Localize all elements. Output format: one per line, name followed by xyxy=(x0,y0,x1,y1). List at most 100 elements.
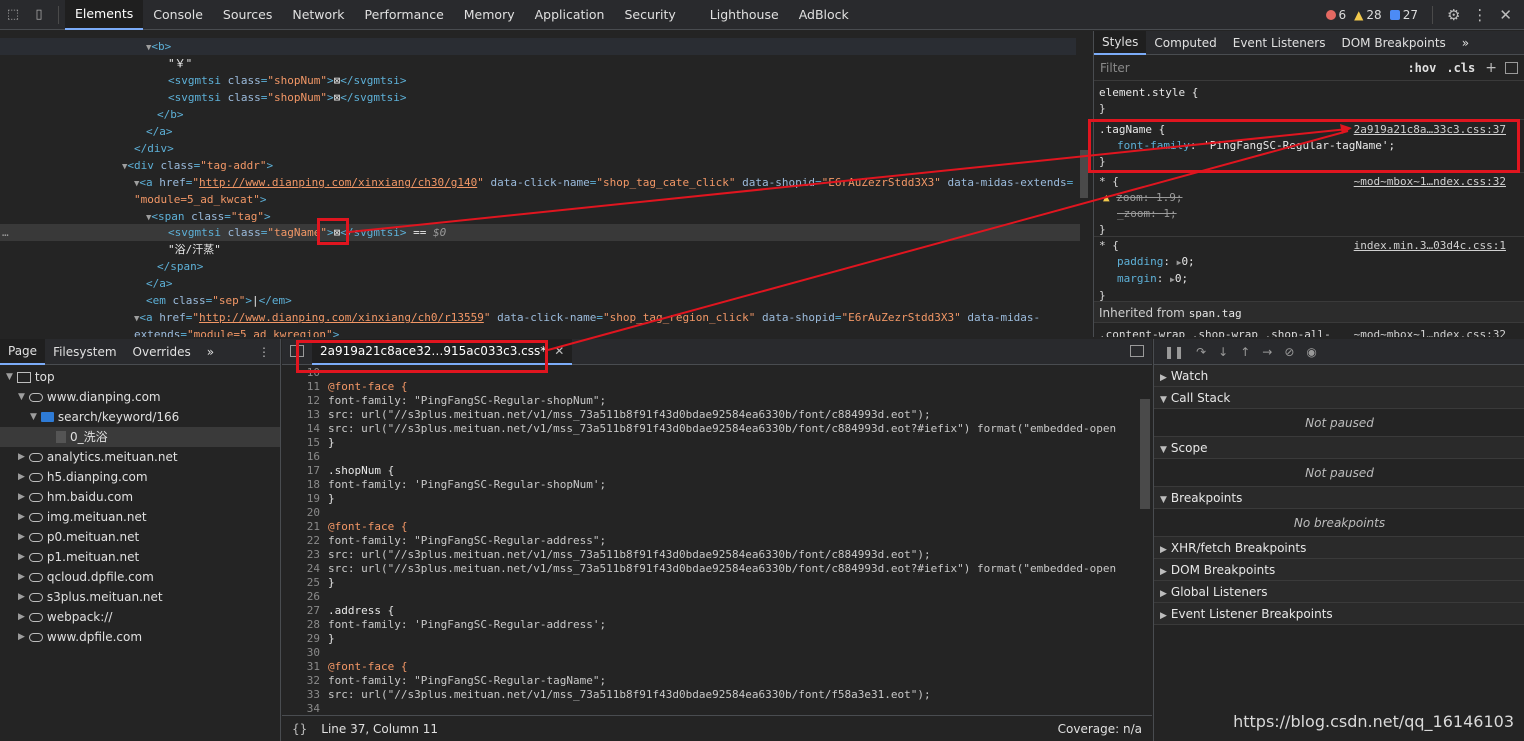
tab-filesystem[interactable]: Filesystem xyxy=(45,339,124,365)
section-call-stack[interactable]: ▼ Call Stack xyxy=(1154,387,1524,409)
tab-application[interactable]: Application xyxy=(525,0,615,30)
tree-item-domain[interactable]: ▶ qcloud.dpfile.com xyxy=(18,567,154,587)
universal-rule[interactable]: * { ~mod~mbox~1…ndex.css:32 ▲ zoom: 1.9;… xyxy=(1099,174,1524,238)
cls-toggle[interactable]: .cls xyxy=(1446,61,1475,75)
tab-event-listeners[interactable]: Event Listeners xyxy=(1225,31,1334,55)
line-number[interactable]: 32 xyxy=(282,674,320,688)
selected-row[interactable] xyxy=(0,224,1080,241)
line-number[interactable]: 13 xyxy=(282,408,320,422)
tab-dom-breakpoints[interactable]: DOM Breakpoints xyxy=(1333,31,1453,55)
hov-toggle[interactable]: :hov xyxy=(1407,61,1436,75)
reset-rule[interactable]: * { index.min.3…03d4c.css:1 padding: ▶0;… xyxy=(1099,238,1524,304)
toggle-debugger-icon[interactable] xyxy=(1130,345,1144,357)
info-count-badge[interactable]: 27 xyxy=(1389,8,1418,22)
dom-line[interactable]: "module=5_ad_kwcat"> xyxy=(134,191,266,208)
tab-lighthouse[interactable]: Lighthouse xyxy=(700,0,789,30)
line-number[interactable]: 14 xyxy=(282,422,320,436)
dom-line[interactable]: </div> xyxy=(134,140,174,157)
dom-line[interactable]: </b> xyxy=(157,106,184,123)
line-number[interactable]: 30 xyxy=(282,646,320,660)
tab-memory[interactable]: Memory xyxy=(454,0,525,30)
deactivate-breakpoints-icon[interactable]: ⊘ xyxy=(1284,345,1294,359)
line-number[interactable]: 26 xyxy=(282,590,320,604)
line-number[interactable]: 29 xyxy=(282,632,320,646)
pause-icon[interactable]: ❚❚ xyxy=(1164,345,1184,359)
dom-line[interactable]: <svgmtsi class="shopNum">⊠</svgmtsi> xyxy=(168,72,406,89)
settings-gear-icon[interactable]: ⚙ xyxy=(1443,6,1464,24)
tree-item-file[interactable]: 0_洗浴 xyxy=(56,427,108,447)
line-number[interactable]: 18 xyxy=(282,478,320,492)
section-breakpoints[interactable]: ▼ Breakpoints xyxy=(1154,487,1524,509)
elements-scrollbar[interactable] xyxy=(1080,150,1088,198)
section-global-listeners[interactable]: ▶ Global Listeners xyxy=(1154,581,1524,603)
line-number[interactable]: 23 xyxy=(282,548,320,562)
tree-item-domain[interactable]: ▶ h5.dianping.com xyxy=(18,467,148,487)
close-devtools-icon[interactable]: ✕ xyxy=(1495,6,1516,24)
dom-line[interactable]: ▼<a href="http://www.dianping.com/xinxia… xyxy=(134,309,1040,326)
dom-line[interactable]: <svgmtsi class="shopNum">⊠</svgmtsi> xyxy=(168,89,406,106)
section-xhr-breakpoints[interactable]: ▶ XHR/fetch Breakpoints xyxy=(1154,537,1524,559)
line-number[interactable]: 24 xyxy=(282,562,320,576)
dom-line[interactable]: ▼<b> xyxy=(146,38,171,55)
dom-line[interactable]: </a> xyxy=(146,275,173,292)
tab-elements[interactable]: Elements xyxy=(65,0,144,30)
more-options-icon[interactable]: ⋮ xyxy=(1468,6,1491,24)
tree-item-domain[interactable]: ▶ p0.meituan.net xyxy=(18,527,139,547)
tab-computed[interactable]: Computed xyxy=(1146,31,1224,55)
step-icon[interactable]: → xyxy=(1262,345,1272,359)
line-number[interactable]: 16 xyxy=(282,450,320,464)
line-number[interactable]: 25 xyxy=(282,576,320,590)
tab-performance[interactable]: Performance xyxy=(355,0,454,30)
dom-line[interactable]: </a> xyxy=(146,123,173,140)
line-number[interactable]: 28 xyxy=(282,618,320,632)
warning-count-badge[interactable]: ▲ 28 xyxy=(1354,8,1382,22)
tree-item-domain[interactable]: ▶ p1.meituan.net xyxy=(18,547,139,567)
rule-source-link[interactable]: index.min.3…03d4c.css:1 xyxy=(1354,238,1506,254)
line-number[interactable]: 20 xyxy=(282,506,320,520)
tree-item-domain[interactable]: ▶ s3plus.meituan.net xyxy=(18,587,163,607)
tab-security[interactable]: Security xyxy=(614,0,685,30)
dom-line[interactable]: "￥" xyxy=(168,55,192,72)
dom-line-selected[interactable]: <svgmtsi class="tagName">⊠</svgmtsi> == … xyxy=(168,224,446,241)
tree-item-top[interactable]: ▼ top xyxy=(6,367,55,387)
dom-line[interactable]: ▼<span class="tag"> xyxy=(146,208,271,225)
line-number[interactable]: 22 xyxy=(282,534,320,548)
dom-line[interactable]: ▼<div class="tag-addr"> xyxy=(122,157,273,174)
section-dom-breakpoints[interactable]: ▶ DOM Breakpoints xyxy=(1154,559,1524,581)
device-toolbar-icon[interactable]: ▯ xyxy=(26,0,52,30)
section-scope[interactable]: ▼ Scope xyxy=(1154,437,1524,459)
tab-network[interactable]: Network xyxy=(282,0,354,30)
pause-on-exceptions-icon[interactable]: ◉ xyxy=(1306,345,1316,359)
step-into-icon[interactable]: ↓ xyxy=(1218,345,1228,359)
tab-adblock[interactable]: AdBlock xyxy=(789,0,859,30)
step-over-icon[interactable]: ↷ xyxy=(1196,345,1206,359)
tree-item-domain[interactable]: ▶ www.dpfile.com xyxy=(18,627,142,647)
tab-sources[interactable]: Sources xyxy=(213,0,282,30)
line-number[interactable]: 11 xyxy=(282,380,320,394)
more-tabs-icon[interactable]: » xyxy=(1454,31,1477,55)
code-area[interactable]: 10 11 @font-face {12 font-family: "PingFan… xyxy=(282,366,1138,716)
navigator-menu-icon[interactable]: ⋮ xyxy=(258,345,270,359)
tree-item-domain[interactable]: ▶ analytics.meituan.net xyxy=(18,447,178,467)
close-tab-icon[interactable]: ✕ xyxy=(554,344,564,358)
step-out-icon[interactable]: ↑ xyxy=(1240,345,1250,359)
styles-filter-input[interactable]: Filter xyxy=(1100,61,1397,75)
toggle-sidebar-icon[interactable] xyxy=(1505,61,1518,74)
element-style-rule[interactable]: element.style { } xyxy=(1099,85,1524,117)
tab-overrides[interactable]: Overrides xyxy=(125,339,199,365)
error-count-badge[interactable]: 6 xyxy=(1325,8,1346,22)
line-number[interactable]: 19 xyxy=(282,492,320,506)
dom-line[interactable]: </span> xyxy=(157,258,203,275)
tab-page[interactable]: Page xyxy=(0,338,46,365)
rule-source-link[interactable]: ~mod~mbox~1…ndex.css:32 xyxy=(1354,174,1506,190)
section-watch[interactable]: ▶ Watch xyxy=(1154,365,1524,387)
tab-styles[interactable]: Styles xyxy=(1094,31,1147,55)
editor-scrollbar[interactable] xyxy=(1140,399,1150,509)
dom-line[interactable]: extends="module=5_ad_kwregion"> xyxy=(134,326,339,337)
line-number[interactable]: 17 xyxy=(282,464,320,478)
line-number[interactable]: 33 xyxy=(282,688,320,702)
tree-item-domain[interactable]: ▶ hm.baidu.com xyxy=(18,487,133,507)
dom-line[interactable]: "浴/汗蒸" xyxy=(168,241,221,258)
line-number[interactable]: 15 xyxy=(282,436,320,450)
line-number[interactable]: 31 xyxy=(282,660,320,674)
